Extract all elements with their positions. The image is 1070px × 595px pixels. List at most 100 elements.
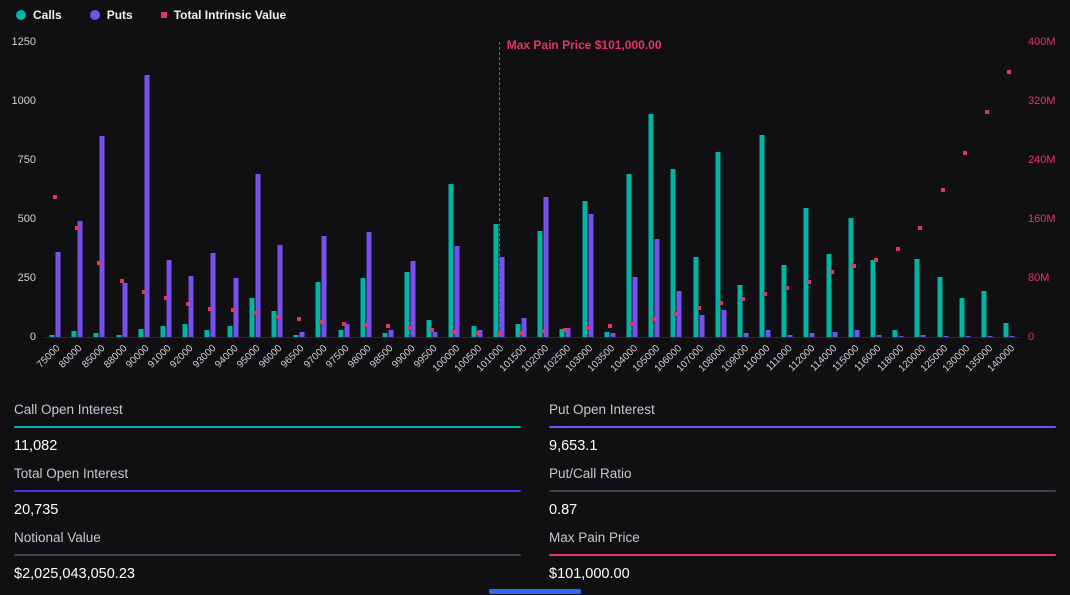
puts-bar[interactable]: [832, 332, 837, 337]
strike-group-114000[interactable]: 114000: [821, 42, 843, 337]
legend-item-intrinsic[interactable]: Total Intrinsic Value: [161, 8, 286, 22]
intrinsic-value-dot[interactable]: [364, 323, 368, 327]
calls-bar[interactable]: [382, 333, 387, 337]
puts-bar[interactable]: [921, 335, 926, 337]
strike-group-91000[interactable]: 91000: [155, 42, 177, 337]
calls-bar[interactable]: [915, 259, 920, 337]
strike-group-107000[interactable]: 107000: [687, 42, 709, 337]
calls-bar[interactable]: [493, 224, 498, 337]
calls-bar[interactable]: [626, 174, 631, 337]
calls-bar[interactable]: [937, 277, 942, 337]
puts-bar[interactable]: [632, 277, 637, 337]
calls-bar[interactable]: [604, 332, 609, 337]
puts-bar[interactable]: [144, 75, 149, 337]
strike-group-97000[interactable]: 97000: [310, 42, 332, 337]
puts-bar[interactable]: [78, 221, 83, 337]
intrinsic-value-dot[interactable]: [75, 226, 79, 230]
intrinsic-value-dot[interactable]: [231, 308, 235, 312]
puts-bar[interactable]: [965, 336, 970, 337]
calls-bar[interactable]: [582, 201, 587, 337]
intrinsic-value-dot[interactable]: [475, 331, 479, 335]
strike-group-94000[interactable]: 94000: [222, 42, 244, 337]
strike-group-110000[interactable]: 110000: [754, 42, 776, 337]
puts-bar[interactable]: [433, 332, 438, 337]
intrinsic-value-dot[interactable]: [674, 312, 678, 316]
puts-bar[interactable]: [499, 257, 504, 337]
puts-bar[interactable]: [100, 136, 105, 337]
strike-group-97500[interactable]: 97500: [332, 42, 354, 337]
intrinsic-value-dot[interactable]: [918, 226, 922, 230]
strike-group-116000[interactable]: 116000: [865, 42, 887, 337]
calls-bar[interactable]: [715, 152, 720, 337]
intrinsic-value-dot[interactable]: [97, 261, 101, 265]
calls-bar[interactable]: [871, 260, 876, 337]
strike-group-75000[interactable]: 75000: [44, 42, 66, 337]
intrinsic-value-dot[interactable]: [120, 279, 124, 283]
intrinsic-value-dot[interactable]: [741, 297, 745, 301]
puts-bar[interactable]: [810, 333, 815, 337]
intrinsic-value-dot[interactable]: [874, 258, 878, 262]
strike-group-109000[interactable]: 109000: [732, 42, 754, 337]
strike-group-99500[interactable]: 99500: [421, 42, 443, 337]
puts-bar[interactable]: [788, 335, 793, 337]
legend-item-puts[interactable]: Puts: [90, 8, 133, 22]
puts-bar[interactable]: [56, 252, 61, 337]
calls-bar[interactable]: [316, 282, 321, 337]
puts-bar[interactable]: [366, 232, 371, 337]
strike-group-98000[interactable]: 98000: [355, 42, 377, 337]
puts-bar[interactable]: [766, 330, 771, 337]
strike-group-85000[interactable]: 85000: [88, 42, 110, 337]
intrinsic-value-dot[interactable]: [1007, 70, 1011, 74]
puts-bar[interactable]: [277, 245, 282, 337]
calls-bar[interactable]: [183, 324, 188, 337]
strike-group-98500[interactable]: 98500: [377, 42, 399, 337]
puts-bar[interactable]: [544, 197, 549, 337]
intrinsic-value-dot[interactable]: [785, 286, 789, 290]
intrinsic-value-dot[interactable]: [963, 151, 967, 155]
strike-group-90000[interactable]: 90000: [133, 42, 155, 337]
intrinsic-value-dot[interactable]: [53, 195, 57, 199]
strike-group-130000[interactable]: 130000: [954, 42, 976, 337]
calls-bar[interactable]: [804, 208, 809, 337]
strike-group-120000[interactable]: 120000: [909, 42, 931, 337]
calls-bar[interactable]: [981, 291, 986, 337]
calls-bar[interactable]: [538, 231, 543, 337]
legend-item-calls[interactable]: Calls: [16, 8, 62, 22]
calls-bar[interactable]: [205, 330, 210, 337]
intrinsic-value-dot[interactable]: [541, 329, 545, 333]
intrinsic-value-dot[interactable]: [896, 247, 900, 251]
intrinsic-value-dot[interactable]: [852, 264, 856, 268]
puts-bar[interactable]: [344, 324, 349, 337]
intrinsic-value-dot[interactable]: [142, 290, 146, 294]
intrinsic-value-dot[interactable]: [452, 330, 456, 334]
strike-group-125000[interactable]: 125000: [932, 42, 954, 337]
strike-group-88000[interactable]: 88000: [111, 42, 133, 337]
calls-bar[interactable]: [1004, 323, 1009, 337]
calls-bar[interactable]: [50, 335, 55, 337]
puts-bar[interactable]: [699, 315, 704, 337]
strike-group-102000[interactable]: 102000: [532, 42, 554, 337]
puts-bar[interactable]: [987, 336, 992, 337]
calls-bar[interactable]: [72, 331, 77, 337]
puts-bar[interactable]: [655, 239, 660, 337]
strike-group-102500[interactable]: 102500: [554, 42, 576, 337]
strike-group-93000[interactable]: 93000: [199, 42, 221, 337]
calls-bar[interactable]: [760, 135, 765, 337]
calls-bar[interactable]: [227, 326, 232, 337]
strike-group-99000[interactable]: 99000: [399, 42, 421, 337]
calls-bar[interactable]: [693, 257, 698, 337]
horizontal-scrollbar-thumb[interactable]: [489, 589, 581, 594]
puts-bar[interactable]: [1010, 336, 1015, 337]
strike-group-96000[interactable]: 96000: [266, 42, 288, 337]
puts-bar[interactable]: [122, 283, 127, 337]
calls-bar[interactable]: [959, 298, 964, 337]
calls-bar[interactable]: [893, 330, 898, 337]
calls-bar[interactable]: [826, 254, 831, 337]
strike-group-135000[interactable]: 135000: [976, 42, 998, 337]
calls-bar[interactable]: [338, 330, 343, 337]
intrinsic-value-dot[interactable]: [652, 317, 656, 321]
calls-bar[interactable]: [94, 333, 99, 337]
puts-bar[interactable]: [455, 246, 460, 337]
strike-group-103500[interactable]: 103500: [599, 42, 621, 337]
strike-group-96500[interactable]: 96500: [288, 42, 310, 337]
